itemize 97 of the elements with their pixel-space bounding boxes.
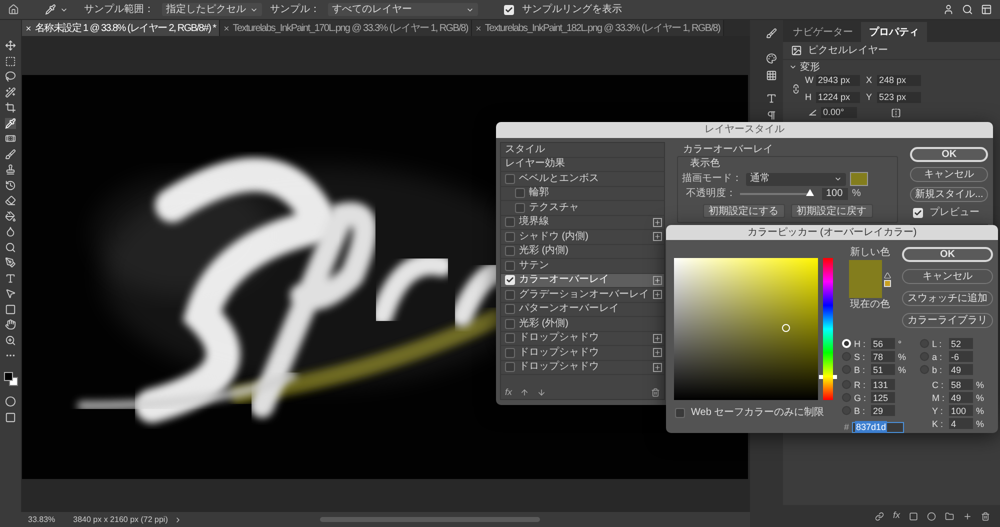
unit-label: % bbox=[898, 364, 906, 376]
effect-list-item[interactable]: シャドウ (内側) bbox=[501, 230, 664, 244]
unit-label: % bbox=[976, 378, 984, 390]
hex-label: # bbox=[844, 421, 850, 433]
add-swatch-button[interactable]: スウォッチに追加 bbox=[902, 291, 993, 306]
fx-icon[interactable]: fx bbox=[505, 386, 512, 398]
hex-field[interactable]: 837d1d bbox=[852, 422, 904, 432]
blend-mode-select[interactable]: 通常 bbox=[746, 172, 846, 186]
subgroup-title: 表示色 bbox=[690, 158, 721, 170]
unit-label: ° bbox=[898, 338, 902, 350]
sample-select[interactable]: すべてのレイヤー bbox=[328, 3, 478, 16]
reset-button[interactable]: 初期設定にする bbox=[702, 204, 785, 218]
effect-list-item[interactable]: 輪郭 bbox=[501, 186, 664, 201]
effect-list-item[interactable]: ドロップシャドウ bbox=[501, 332, 664, 346]
unit-label: % bbox=[852, 188, 861, 200]
field-label: H bbox=[805, 90, 812, 104]
zoom-level: 33.83% bbox=[28, 514, 56, 526]
field-label: M : bbox=[932, 392, 946, 404]
ok-button[interactable]: OK bbox=[902, 247, 993, 262]
ok-button[interactable]: OK bbox=[910, 147, 988, 162]
field-label: R : bbox=[854, 378, 867, 390]
effect-list-item[interactable]: カラーオーバーレイ bbox=[501, 274, 664, 288]
field-label: サンプル範囲： bbox=[84, 2, 154, 17]
reset-button[interactable]: 初期設定に戻す bbox=[790, 204, 873, 218]
value-field[interactable]: 52 bbox=[949, 338, 973, 349]
opacity-field[interactable]: 100 bbox=[822, 188, 848, 200]
field-label: サンプル： bbox=[270, 2, 320, 17]
sample-size-select[interactable]: 指定したピクセル bbox=[162, 3, 262, 16]
effect-list-item[interactable]: 境界線 bbox=[501, 216, 664, 230]
value-field[interactable]: 56 bbox=[871, 338, 895, 349]
value-field[interactable]: 248 px bbox=[877, 75, 921, 86]
checkbox-label: プレビュー bbox=[929, 207, 980, 219]
value-field[interactable]: 100 bbox=[949, 405, 973, 416]
field-label: S : bbox=[854, 350, 866, 362]
unit-label: % bbox=[976, 404, 984, 416]
field-label: G : bbox=[854, 392, 868, 404]
field-label: L : bbox=[932, 338, 943, 350]
fx-icon[interactable]: fx bbox=[892, 509, 900, 523]
value-field[interactable]: 58 bbox=[949, 379, 973, 390]
effect-list-item[interactable]: 光彩 (内側) bbox=[501, 244, 664, 259]
field-label: 不透明度： bbox=[686, 188, 736, 200]
effect-list-item[interactable]: 光彩 (外側) bbox=[501, 317, 664, 332]
value-field[interactable]: 78 bbox=[871, 351, 895, 362]
field-label: C : bbox=[932, 378, 945, 390]
value-field[interactable]: 49 bbox=[949, 364, 973, 375]
swatch-label: 現在の色 bbox=[850, 299, 890, 311]
section-title: 変形 bbox=[800, 60, 820, 74]
dialog-title: レイヤースタイル bbox=[496, 122, 993, 138]
effect-list-item[interactable]: ベベルとエンボス bbox=[501, 172, 664, 186]
field-label: b : bbox=[932, 364, 944, 376]
effect-list-item[interactable]: グラデーションオーバーレイ bbox=[501, 288, 664, 302]
dialog-title: カラーピッカー (オーバーレイカラー) bbox=[666, 225, 998, 240]
field-label: B : bbox=[854, 404, 866, 416]
cancel-button[interactable]: キャンセル bbox=[902, 269, 993, 284]
effect-list-item[interactable]: ドロップシャドウ bbox=[501, 360, 664, 375]
effect-list-item[interactable]: レイヤー効果 bbox=[501, 158, 664, 172]
document-tab[interactable]: 名称未設定 1 @ 33.8% (レイヤー 2, RGB/8#) * bbox=[22, 20, 220, 36]
field-label: K : bbox=[932, 418, 944, 430]
value-field[interactable]: 1224 px bbox=[816, 92, 860, 103]
effect-list-item[interactable]: テクスチャ bbox=[501, 201, 664, 216]
value-field[interactable]: 51 bbox=[871, 364, 895, 375]
checkbox-label: Web セーフカラーのみに制限 bbox=[691, 407, 824, 419]
document-tab[interactable]: Texturelabs_InkPaint_170L.png @ 33.3% (レイヤー 1, RGB/8) bbox=[220, 20, 472, 36]
panel-tab[interactable]: プロパティ bbox=[861, 22, 927, 42]
swatch-label: 新しい色 bbox=[850, 247, 890, 259]
effect-list-item[interactable]: スタイル bbox=[501, 143, 664, 158]
cancel-button[interactable]: キャンセル bbox=[910, 167, 988, 182]
field-label: X bbox=[866, 74, 873, 87]
unit-label: % bbox=[976, 392, 984, 404]
field-label: Y bbox=[866, 90, 873, 104]
document-size: 3840 px x 2160 px (72 ppi) bbox=[73, 514, 168, 526]
value-field[interactable]: 131 bbox=[871, 379, 895, 390]
angle-field[interactable]: 0.00° bbox=[821, 107, 857, 118]
unit-label: % bbox=[976, 418, 984, 430]
panel-tab[interactable]: ナビゲーター bbox=[785, 22, 861, 42]
layer-type: ピクセルレイヤー bbox=[808, 44, 888, 58]
new-style-button[interactable]: 新規スタイル... bbox=[910, 187, 988, 202]
document-tab[interactable]: Texturelabs_InkPaint_182L.png @ 33.3% (レイヤー 1, RGB/8) bbox=[472, 20, 724, 36]
effect-list-item[interactable]: パターンオーバーレイ bbox=[501, 302, 664, 317]
field-label: H : bbox=[854, 338, 867, 350]
value-field[interactable]: 49 bbox=[949, 392, 973, 403]
value-field[interactable]: 4 bbox=[949, 418, 973, 429]
group-title: カラーオーバーレイ bbox=[683, 144, 774, 156]
field-label: 描画モード： bbox=[682, 173, 742, 185]
value-field[interactable]: 125 bbox=[871, 392, 895, 403]
checkbox-label: サンプルリングを表示 bbox=[522, 2, 622, 17]
value-field[interactable]: 29 bbox=[871, 405, 895, 416]
field-label: a : bbox=[932, 350, 944, 362]
field-label: W bbox=[805, 74, 812, 87]
effect-list-item[interactable]: ドロップシャドウ bbox=[501, 346, 664, 360]
value-field[interactable]: 2943 px bbox=[816, 75, 860, 86]
value-field[interactable]: -6 bbox=[949, 351, 973, 362]
unit-label: % bbox=[898, 350, 906, 362]
field-label: Y : bbox=[932, 404, 944, 416]
value-field[interactable]: 523 px bbox=[877, 92, 921, 103]
color-library-button[interactable]: カラーライブラリ bbox=[902, 313, 993, 328]
field-label: B : bbox=[854, 364, 866, 376]
